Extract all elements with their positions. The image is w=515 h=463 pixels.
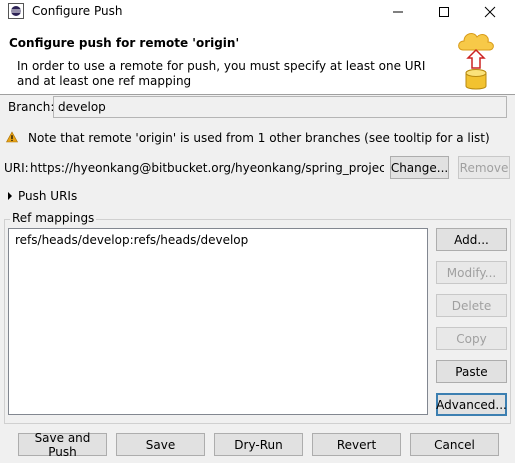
advanced-button[interactable]: Advanced... xyxy=(436,393,507,416)
add-button[interactable]: Add... xyxy=(436,228,507,251)
header-title: Configure push for remote 'origin' xyxy=(9,36,240,50)
title-bar: Configure Push xyxy=(0,0,515,23)
eclipse-app-icon xyxy=(8,3,24,19)
ref-mappings-list[interactable]: refs/heads/develop:refs/heads/develop xyxy=(8,228,428,415)
paste-button[interactable]: Paste xyxy=(436,360,507,383)
dry-run-button[interactable]: Dry-Run xyxy=(214,433,303,456)
maximize-icon xyxy=(439,6,449,17)
close-icon xyxy=(484,6,496,17)
modify-button[interactable]: Modify... xyxy=(436,261,507,284)
ref-mappings-label: Ref mappings xyxy=(10,211,97,225)
minimize-icon xyxy=(393,11,403,12)
revert-button[interactable]: Revert xyxy=(312,433,401,456)
warning-text: Note that remote 'origin' is used from 1… xyxy=(28,131,490,145)
cancel-button[interactable]: Cancel xyxy=(410,433,499,456)
maximize-button[interactable] xyxy=(421,0,467,23)
warning-icon xyxy=(6,131,18,143)
uri-value: https://hyeonkang@bitbucket.org/hyeonkan… xyxy=(30,161,384,175)
save-and-push-button[interactable]: Save and Push xyxy=(18,431,107,459)
minimize-button[interactable] xyxy=(375,0,421,23)
header-separator xyxy=(0,94,515,95)
copy-button[interactable]: Copy xyxy=(436,327,507,350)
branch-label: Branch: xyxy=(8,100,55,114)
push-cloud-database-icon xyxy=(458,33,494,90)
list-item[interactable]: refs/heads/develop:refs/heads/develop xyxy=(15,233,248,247)
remove-uri-button[interactable]: Remove xyxy=(458,156,510,179)
window-title: Configure Push xyxy=(32,4,123,18)
save-button[interactable]: Save xyxy=(116,433,205,456)
dialog-header: Configure push for remote 'origin' In or… xyxy=(0,23,515,94)
uri-label: URI: xyxy=(4,161,29,175)
expand-arrow-icon[interactable] xyxy=(7,192,13,200)
header-message: In order to use a remote for push, you m… xyxy=(17,59,426,88)
push-uris-toggle[interactable]: Push URIs xyxy=(18,189,77,203)
change-uri-button[interactable]: Change... xyxy=(390,156,449,179)
delete-button[interactable]: Delete xyxy=(436,294,507,317)
branch-field: develop xyxy=(53,96,507,118)
close-button[interactable] xyxy=(467,0,513,23)
